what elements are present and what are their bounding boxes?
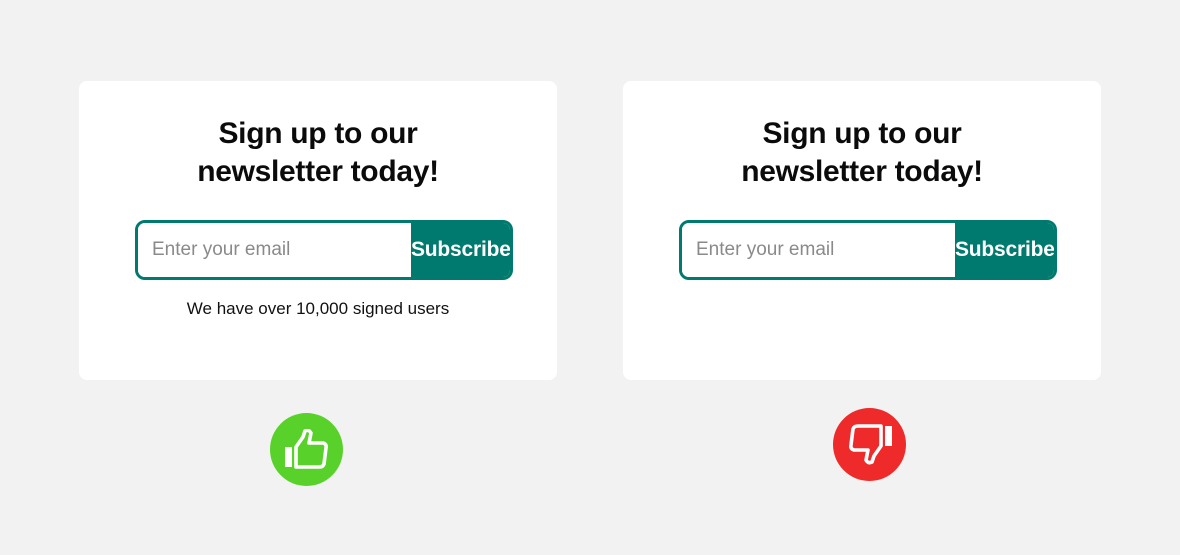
thumbs-down-icon <box>833 408 906 481</box>
card-title-line1: Sign up to our <box>762 117 962 150</box>
card-title-line2: newsletter today! <box>197 155 439 188</box>
subscribe-button[interactable]: Subscribe <box>411 223 510 277</box>
email-input[interactable] <box>138 223 411 277</box>
signup-form: Subscribe <box>135 220 513 280</box>
card-title-line1: Sign up to our <box>218 117 418 150</box>
subscribe-button[interactable]: Subscribe <box>955 223 1054 277</box>
card-title-line2: newsletter today! <box>741 155 983 188</box>
newsletter-card-good: Sign up to our newsletter today! Subscri… <box>79 81 557 380</box>
thumbs-up-glyph <box>284 428 328 469</box>
card-title: Sign up to our newsletter today! <box>79 115 557 191</box>
newsletter-card-bad: Sign up to our newsletter today! Subscri… <box>623 81 1101 380</box>
email-input[interactable] <box>682 223 955 277</box>
thumbs-down-glyph <box>848 423 892 464</box>
social-proof-text: We have over 10,000 signed users <box>186 299 450 318</box>
signup-form: Subscribe <box>679 220 1057 280</box>
card-title: Sign up to our newsletter today! <box>623 115 1101 191</box>
thumbs-up-icon <box>270 413 343 486</box>
